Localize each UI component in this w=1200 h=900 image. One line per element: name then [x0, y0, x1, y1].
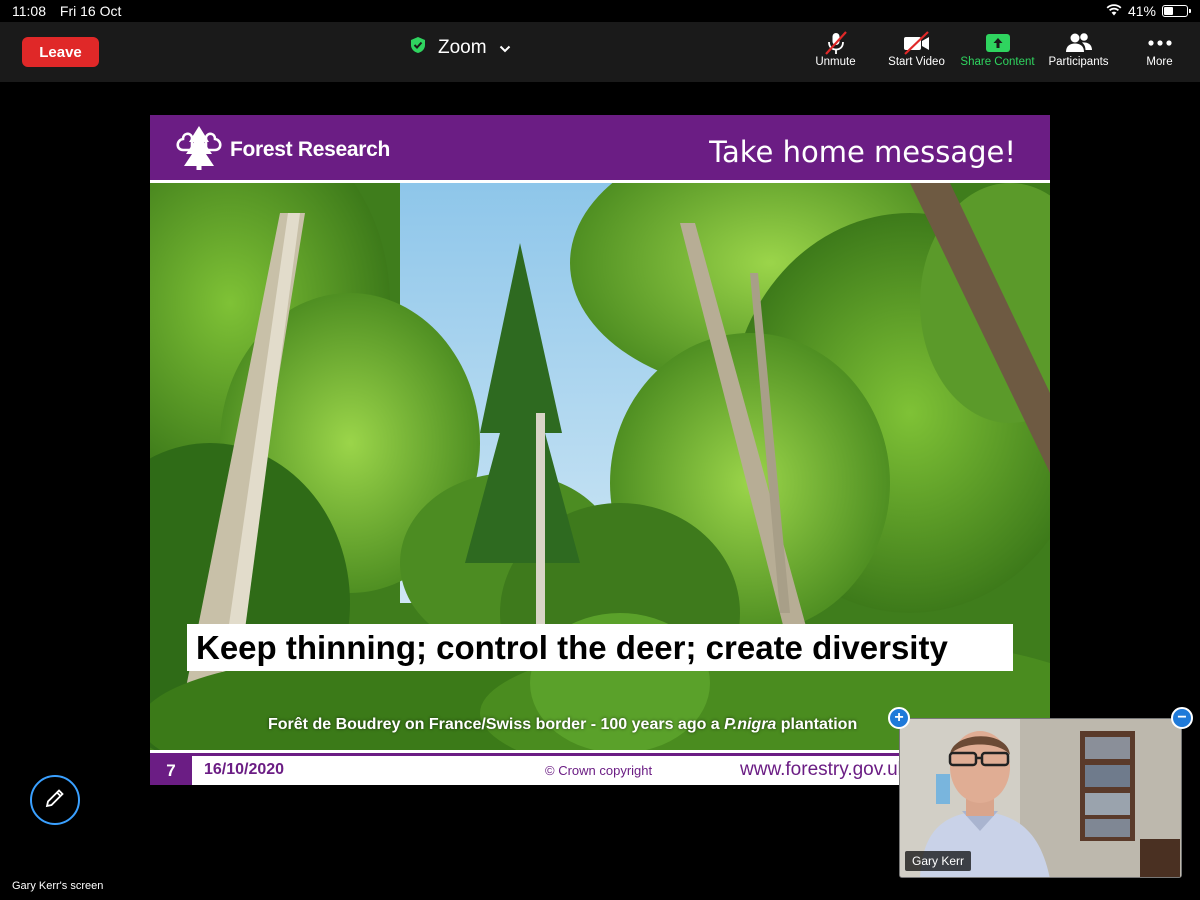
caption-text-end: plantation	[776, 716, 858, 733]
expand-video-button[interactable]: +	[888, 707, 910, 729]
share-content-label: Share Content	[960, 56, 1035, 68]
annotate-button[interactable]	[30, 775, 80, 825]
participants-button[interactable]: Participants	[1038, 22, 1119, 82]
logo-text: Forest Research	[230, 137, 391, 161]
battery-level	[1164, 7, 1173, 15]
participant-name-tag: Gary Kerr	[905, 851, 972, 871]
forest-research-logo: Forest Research	[174, 123, 390, 176]
unmute-label: Unmute	[815, 56, 856, 68]
unmute-button[interactable]: Unmute	[795, 22, 876, 82]
slide-number: 7	[150, 756, 192, 785]
share-content-button[interactable]: Share Content	[957, 22, 1038, 82]
shared-slide: Forest Research Take home message! Keep …	[150, 115, 1050, 785]
wifi-icon	[1106, 3, 1122, 19]
slide-date: 16/10/2020	[204, 761, 285, 778]
slide-header: Forest Research Take home message!	[150, 115, 1050, 180]
toolbar-actions: Unmute Start Video Share Content Partici…	[795, 22, 1200, 82]
photo-caption: Forêt de Boudrey on France/Swiss border …	[268, 716, 857, 734]
start-video-label: Start Video	[888, 56, 945, 68]
more-dots-icon	[1147, 30, 1173, 56]
tree-logo-icon	[174, 123, 224, 176]
meeting-title: Zoom	[438, 37, 487, 58]
participants-label: Participants	[1048, 56, 1109, 68]
key-message: Keep thinning; control the deer; create …	[187, 624, 1013, 671]
more-label: More	[1146, 56, 1173, 68]
participant-video[interactable]: Gary Kerr	[899, 718, 1182, 878]
participants-icon	[1064, 30, 1094, 56]
video-off-icon	[902, 30, 932, 56]
footer-url: www.forestry.gov.uk	[740, 759, 908, 780]
status-date: Fri 16 Oct	[59, 3, 122, 19]
minimize-video-button[interactable]: −	[1171, 707, 1193, 729]
battery-icon	[1162, 5, 1191, 17]
slide-title: Take home message!	[709, 135, 1016, 169]
shared-screen-label: Gary Kerr's screen	[12, 880, 104, 892]
plus-icon: +	[894, 709, 904, 726]
status-time: 11:08	[12, 3, 46, 19]
caption-species: P.nigra	[724, 716, 777, 733]
pencil-icon	[44, 787, 66, 814]
muted-mic-icon	[823, 30, 849, 56]
caption-text: Forêt de Boudrey on France/Swiss border …	[268, 716, 725, 733]
battery-percent: 41%	[1127, 3, 1156, 19]
start-video-button[interactable]: Start Video	[876, 22, 957, 82]
leave-button[interactable]: Leave	[22, 37, 99, 67]
status-time-date: 11:08 Fri 16 Oct	[12, 3, 131, 19]
minus-icon: −	[1177, 709, 1187, 726]
meeting-info-button[interactable]: Zoom	[410, 36, 511, 60]
status-indicators: 41%	[1106, 3, 1191, 19]
meeting-toolbar: Leave Zoom Unmute Start Video Share Cont…	[0, 22, 1200, 82]
share-screen-icon	[985, 30, 1011, 56]
chevron-down-icon	[499, 37, 511, 59]
more-button[interactable]: More	[1119, 22, 1200, 82]
shield-check-icon	[410, 36, 426, 60]
status-bar: 11:08 Fri 16 Oct 41%	[0, 0, 1200, 22]
copyright-text: © Crown copyright	[545, 763, 653, 778]
